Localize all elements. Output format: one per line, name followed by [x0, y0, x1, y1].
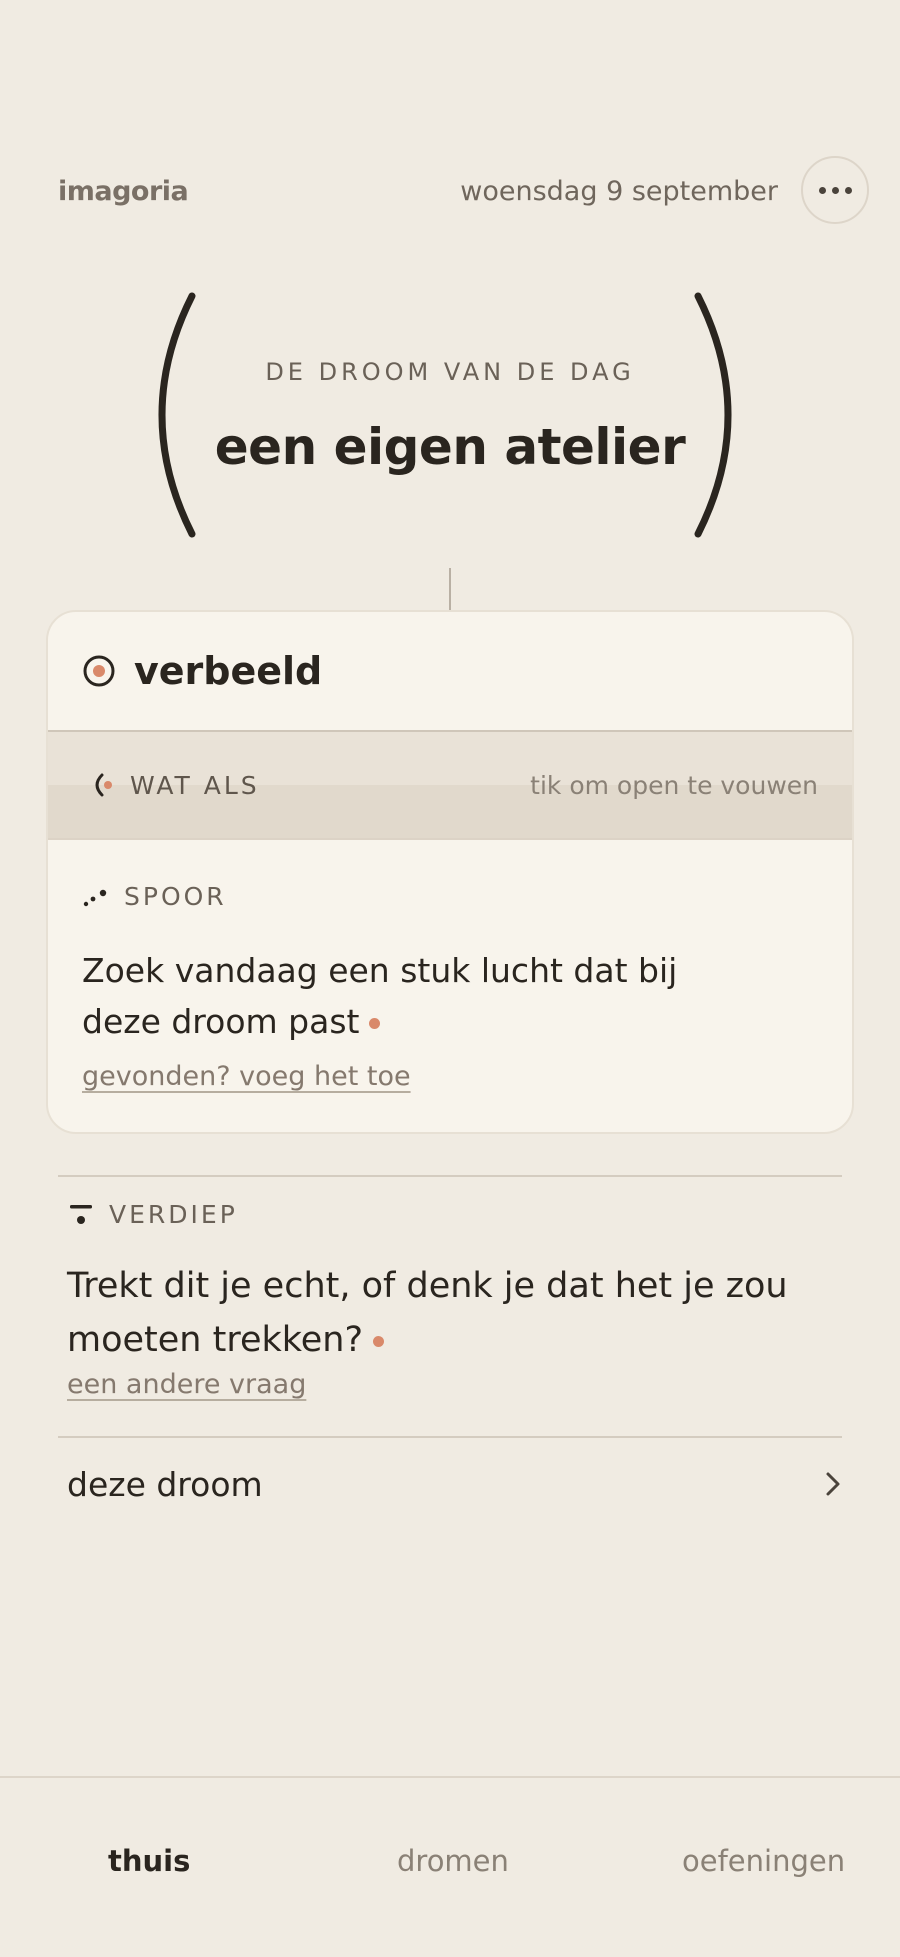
brand-logo: imagoria	[58, 176, 189, 207]
accent-dot	[369, 1018, 381, 1029]
current-date: woensdag 9 september	[460, 176, 778, 207]
trace-prompt: Zoek vandaag een stuk lucht dat bij deze…	[82, 951, 678, 1041]
left-bracket-decoration	[158, 292, 196, 538]
deepen-label: VERDIEP	[109, 1200, 238, 1229]
card-header: verbeeld	[48, 612, 852, 732]
connector-line	[449, 568, 451, 610]
dots-trail-icon	[83, 889, 107, 906]
home-screen: imagoria woensdag 9 september DE DROOM V…	[0, 0, 900, 1957]
dream-title: een eigen atelier	[214, 418, 686, 476]
more-horizontal-icon	[818, 186, 826, 194]
this-dream-label: deze droom	[67, 1464, 263, 1504]
deepen-section: VERDIEP Trekt dit je echt, of denk je da…	[67, 1200, 837, 1400]
right-bracket-decoration	[694, 292, 732, 538]
section-divider	[58, 1175, 842, 1177]
crescent-icon	[95, 773, 112, 797]
nav-item-exercises[interactable]: oefeningen	[682, 1844, 845, 1878]
trace-section: SPOOR Zoek vandaag een stuk lucht dat bi…	[48, 840, 852, 1092]
card-title: verbeeld	[134, 649, 323, 693]
more-horizontal-icon	[844, 186, 852, 194]
nav-item-dreams[interactable]: dromen	[397, 1844, 509, 1878]
what-if-label: WAT ALS	[130, 770, 260, 800]
deepen-icon	[70, 1204, 92, 1224]
expand-hint: tik om open te vouwen	[530, 770, 818, 800]
target-icon	[83, 655, 115, 687]
dream-of-the-day-label: DE DROOM VAN DE DAG	[265, 358, 635, 386]
nav-item-home[interactable]: thuis	[108, 1844, 190, 1878]
another-question-link[interactable]: een andere vraag	[67, 1369, 306, 1400]
accent-dot	[373, 1335, 385, 1347]
bottom-navigation: thuis dromen oefeningen	[0, 1776, 900, 1957]
chevron-right-icon	[826, 1472, 840, 1496]
deepen-question: Trekt dit je echt, of denk je dat het je…	[67, 1266, 788, 1360]
dream-card: verbeeld WAT ALS tik om open te vouwen S…	[46, 610, 854, 1134]
what-if-toggle[interactable]: WAT ALS tik om open te vouwen	[48, 732, 852, 840]
this-dream-row[interactable]: deze droom	[67, 1436, 843, 1532]
add-found-link[interactable]: gevonden? voeg het toe	[82, 1061, 411, 1092]
trace-label: SPOOR	[124, 882, 227, 911]
more-button[interactable]	[801, 156, 869, 224]
more-horizontal-icon	[831, 186, 839, 194]
